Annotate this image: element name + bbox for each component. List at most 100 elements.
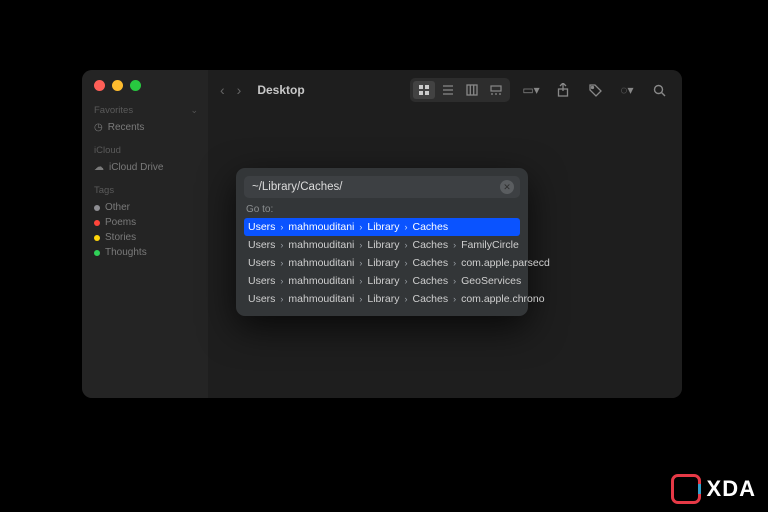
path-segment: Caches bbox=[412, 239, 448, 251]
tag-color-icon bbox=[94, 220, 100, 226]
sidebar-item-label: Poems bbox=[105, 217, 136, 228]
sidebar-item-recents[interactable]: ◷ Recents bbox=[94, 120, 198, 135]
path-segment: Users bbox=[248, 239, 275, 251]
chevron-right-icon: › bbox=[359, 276, 362, 286]
chevron-right-icon: › bbox=[280, 222, 283, 232]
tags-button[interactable] bbox=[584, 81, 606, 99]
path-segment: Caches bbox=[412, 293, 448, 305]
sidebar-item-label: Recents bbox=[108, 122, 145, 133]
chevron-right-icon: › bbox=[404, 294, 407, 304]
path-segment: Library bbox=[367, 221, 399, 233]
chevron-right-icon: › bbox=[359, 294, 362, 304]
sidebar-section-icloud: iCloud bbox=[94, 145, 198, 156]
path-segment: Library bbox=[367, 257, 399, 269]
close-window-button[interactable] bbox=[94, 80, 105, 91]
path-suggestion[interactable]: Users › mahmouditani › Library › Caches › Family… bbox=[244, 236, 520, 254]
chevron-right-icon: › bbox=[453, 294, 456, 304]
column-view-button[interactable] bbox=[461, 81, 483, 99]
path-suggestion[interactable]: Users › mahmouditani › Library › Caches › GeoSer… bbox=[244, 272, 520, 290]
sidebar-item-label: Other bbox=[105, 202, 130, 213]
gallery-view-button[interactable] bbox=[485, 81, 507, 99]
path-segment: Caches bbox=[412, 275, 448, 287]
path-input[interactable] bbox=[250, 180, 500, 194]
path-segment: mahmouditani bbox=[288, 257, 354, 269]
forward-button[interactable]: › bbox=[237, 82, 242, 98]
chevron-right-icon: › bbox=[453, 258, 456, 268]
path-segment: com.apple.chrono bbox=[461, 293, 544, 305]
path-segment: Caches bbox=[412, 257, 448, 269]
go-to-folder-dialog: ✕ Go to: Users›mahmouditani›Library›Cach… bbox=[236, 168, 528, 316]
sidebar-section-favorites: Favorites ⌄ bbox=[94, 105, 198, 116]
tag-color-icon bbox=[94, 235, 100, 241]
sidebar: Favorites ⌄ ◷ Recents iCloud ☁ iCloud Dr… bbox=[82, 70, 208, 398]
search-button[interactable] bbox=[648, 81, 670, 99]
sidebar-tag-item[interactable]: Stories bbox=[94, 230, 198, 245]
path-segment: Caches bbox=[412, 221, 448, 233]
chevron-down-icon[interactable]: ⌄ bbox=[190, 105, 198, 116]
path-suggestion[interactable]: Users › mahmouditani › Library › Caches bbox=[244, 218, 520, 236]
path-segment: mahmouditani bbox=[288, 221, 354, 233]
path-segment: Users bbox=[248, 293, 275, 305]
clear-input-button[interactable]: ✕ bbox=[500, 180, 514, 194]
icloud-label: iCloud bbox=[94, 145, 121, 156]
path-segment: Library bbox=[367, 239, 399, 251]
chevron-right-icon: › bbox=[280, 294, 283, 304]
chevron-right-icon: › bbox=[453, 276, 456, 286]
path-segment: mahmouditani bbox=[288, 293, 354, 305]
cloud-icon: ☁ bbox=[94, 162, 104, 173]
path-segment: Users bbox=[248, 257, 275, 269]
action-button[interactable]: ◌▾ bbox=[616, 81, 638, 99]
path-segment: com.apple.parsecd bbox=[461, 257, 550, 269]
x-icon: ✕ bbox=[503, 182, 511, 193]
sidebar-item-label: Stories bbox=[105, 232, 136, 243]
toolbar: ‹ › Desktop ▭▾ bbox=[208, 70, 682, 110]
chevron-right-icon: › bbox=[404, 276, 407, 286]
sidebar-item-icloud-drive[interactable]: ☁ iCloud Drive bbox=[94, 160, 198, 175]
path-segment: Users bbox=[248, 221, 275, 233]
chevron-right-icon: › bbox=[280, 276, 283, 286]
chevron-right-icon: › bbox=[453, 240, 456, 250]
path-suggestion[interactable]: Users›mahmouditani›Library›Caches›com.ap… bbox=[244, 254, 520, 272]
path-segment: FamilyCircle bbox=[461, 239, 519, 251]
path-input-row: ✕ bbox=[244, 176, 520, 198]
tags-label: Tags bbox=[94, 185, 114, 196]
chevron-right-icon: › bbox=[404, 258, 407, 268]
minimize-window-button[interactable] bbox=[112, 80, 123, 91]
path-segment: Library bbox=[367, 293, 399, 305]
sidebar-item-label: iCloud Drive bbox=[109, 162, 163, 173]
path-suggestion[interactable]: Users›mahmouditani›Library›Caches›com.ap… bbox=[244, 290, 520, 308]
fullscreen-window-button[interactable] bbox=[130, 80, 141, 91]
path-segment: mahmouditani bbox=[288, 275, 354, 287]
group-by-button[interactable]: ▭▾ bbox=[520, 81, 542, 99]
suggestion-list: Users › mahmouditani › Library › Caches Users › m… bbox=[244, 218, 520, 308]
chevron-right-icon: › bbox=[359, 240, 362, 250]
path-segment: Users bbox=[248, 275, 275, 287]
chevron-right-icon: › bbox=[359, 258, 362, 268]
view-switcher bbox=[410, 78, 510, 102]
chevron-right-icon: › bbox=[280, 240, 283, 250]
chevron-right-icon: › bbox=[404, 222, 407, 232]
favorites-label: Favorites bbox=[94, 105, 133, 116]
watermark: XDA bbox=[671, 474, 756, 504]
path-segment: Library bbox=[367, 275, 399, 287]
tag-color-icon bbox=[94, 205, 100, 211]
clock-icon: ◷ bbox=[94, 122, 103, 133]
path-segment: mahmouditani bbox=[288, 239, 354, 251]
list-view-button[interactable] bbox=[437, 81, 459, 99]
back-button[interactable]: ‹ bbox=[220, 82, 225, 98]
sidebar-tag-item[interactable]: Poems bbox=[94, 215, 198, 230]
sidebar-tag-item[interactable]: Other bbox=[94, 200, 198, 215]
xda-logo-icon bbox=[671, 474, 701, 504]
chevron-right-icon: › bbox=[359, 222, 362, 232]
icon-view-button[interactable] bbox=[413, 81, 435, 99]
sidebar-item-label: Thoughts bbox=[105, 247, 147, 258]
tag-color-icon bbox=[94, 250, 100, 256]
sidebar-section-tags: Tags bbox=[94, 185, 198, 196]
window-title: Desktop bbox=[257, 83, 304, 97]
path-segment: GeoServices bbox=[461, 275, 521, 287]
chevron-right-icon: › bbox=[404, 240, 407, 250]
window-controls bbox=[94, 80, 198, 91]
chevron-right-icon: › bbox=[280, 258, 283, 268]
sidebar-tag-item[interactable]: Thoughts bbox=[94, 245, 198, 260]
share-button[interactable] bbox=[552, 81, 574, 99]
